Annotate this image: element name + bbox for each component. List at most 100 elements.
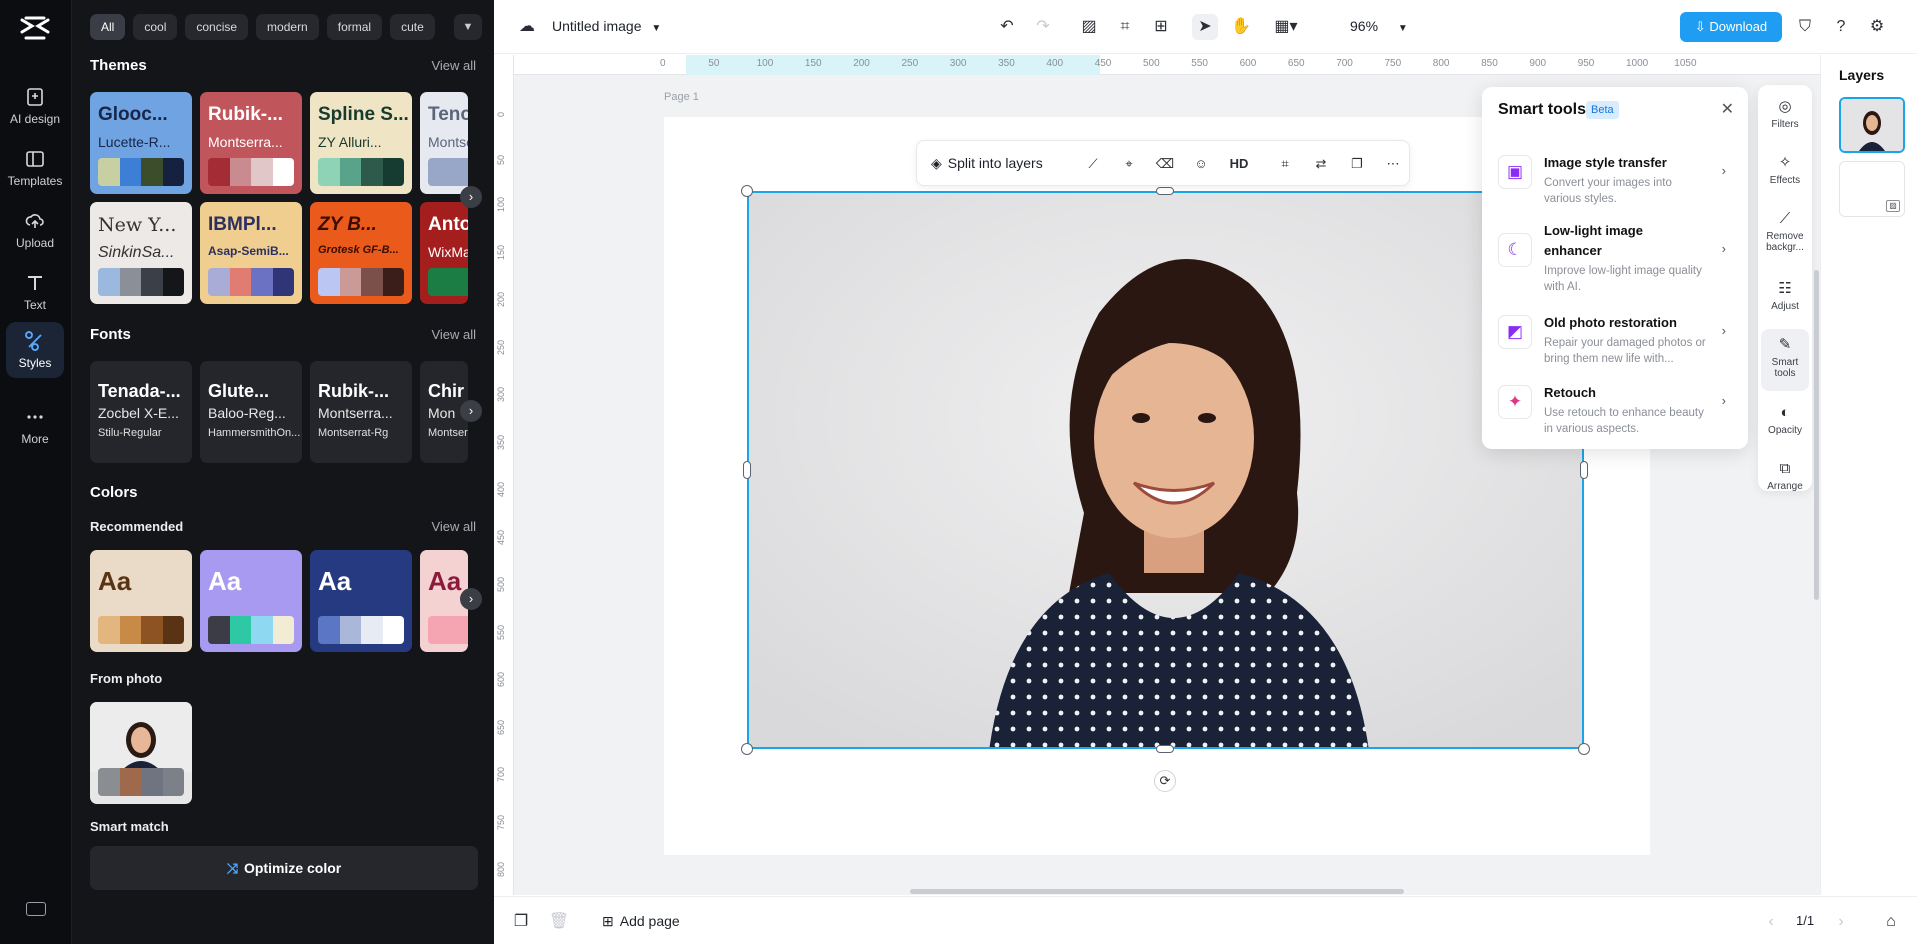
optimize-color-button[interactable]: ⤨ Optimize color	[90, 846, 478, 890]
side-tool-adjust[interactable]: ☷ Adjust	[1761, 273, 1809, 327]
chip-formal[interactable]: formal	[326, 14, 383, 40]
resize-handle-bottom[interactable]	[1156, 745, 1174, 753]
font-pair-f3: Montserra	[428, 427, 468, 439]
font-pair-card[interactable]: Glute... Baloo-Reg... HammersmithOn...	[200, 361, 302, 463]
side-tool-filters[interactable]: ◎ Filters	[1761, 91, 1809, 145]
add-element-icon[interactable]: ⊞	[1148, 14, 1174, 40]
resize-handle-bottom-right[interactable]	[1578, 743, 1590, 755]
close-icon[interactable]: ✕	[1721, 99, 1734, 119]
crop-icon[interactable]: ⌗	[1275, 154, 1295, 174]
redo-icon[interactable]: ↷	[1030, 14, 1056, 40]
layer-thumb-background[interactable]: ▨	[1839, 161, 1905, 217]
tool-low-light-enhancer[interactable]: ☾ Low-light image enhancer Improve low-l…	[1498, 221, 1734, 293]
next-page-icon[interactable]: ›	[1828, 909, 1854, 935]
theme-card[interactable]: Tenor Montse	[420, 92, 468, 194]
theme-card[interactable]: Rubik-... Montserra...	[200, 92, 302, 194]
theme-card[interactable]: IBMPl... Asap-SemiB...	[200, 202, 302, 304]
theme-card[interactable]: Antonio WixMad	[420, 202, 468, 304]
theme-card[interactable]: ZY B... Grotesk GF-B...	[310, 202, 412, 304]
color-palette-card[interactable]: Aa	[90, 550, 192, 652]
delete-page-icon[interactable]: 🗑	[546, 909, 572, 935]
rail-item-text[interactable]: Text	[6, 264, 64, 320]
rail-item-templates[interactable]: Templates	[6, 140, 64, 196]
colors-next-arrow-icon[interactable]: ›	[460, 588, 482, 610]
font-pair-f2: Baloo-Reg...	[208, 405, 286, 421]
colors-view-all-link[interactable]: View all	[431, 519, 476, 534]
replace-image-icon[interactable]: ⇄	[1311, 154, 1331, 174]
settings-gear-icon[interactable]: ⚙	[1864, 14, 1890, 40]
side-tool-remove-background[interactable]: ⟋ Remove backgr...	[1761, 203, 1809, 267]
ruler-tick-label: 700	[496, 766, 506, 782]
rail-item-more[interactable]: More	[6, 398, 64, 454]
templates-icon	[24, 148, 46, 170]
shield-check-icon[interactable]: ⛉	[1792, 14, 1818, 40]
cloud-sync-icon[interactable]: ☁	[514, 14, 540, 40]
font-pair-card[interactable]: Rubik-... Montserra... Montserrat-Rg	[310, 361, 412, 463]
font-pair-card[interactable]: Tenada-... Zocbel X-E... Stilu-Regular	[90, 361, 192, 463]
theme-card[interactable]: Spline S... ZY Alluri...	[310, 92, 412, 194]
select-pointer-icon[interactable]: ➤	[1192, 14, 1218, 40]
color-palette-card[interactable]: Aa	[200, 550, 302, 652]
themes-view-all-link[interactable]: View all	[431, 58, 476, 73]
chip-modern[interactable]: modern	[256, 14, 319, 40]
layout-grid-icon[interactable]: ▦▾	[1266, 14, 1306, 40]
resize-handle-left[interactable]	[743, 461, 751, 479]
resize-handle-top-left[interactable]	[741, 185, 753, 197]
keyboard-shortcuts-icon[interactable]	[26, 902, 46, 916]
download-button[interactable]: ⇩ Download	[1680, 12, 1782, 42]
help-icon[interactable]: ?	[1828, 14, 1854, 40]
zoom-level[interactable]: 96% ▼	[1350, 18, 1408, 34]
layer-thumb-photo[interactable]	[1839, 97, 1905, 153]
selected-photo[interactable]	[747, 191, 1584, 749]
chip-cute[interactable]: cute	[390, 14, 435, 40]
theme-card[interactable]: Glooc... Lucette-R...	[90, 92, 192, 194]
rail-item-upload[interactable]: Upload	[6, 202, 64, 258]
portrait-cutout-icon[interactable]: ☺	[1191, 154, 1211, 174]
prev-page-icon[interactable]: ‹	[1758, 909, 1784, 935]
document-title[interactable]: Untitled image ▼	[552, 18, 661, 34]
theme-card[interactable]: New Y... SinkinSa...	[90, 202, 192, 304]
rotate-handle-icon[interactable]: ⟳	[1154, 770, 1176, 792]
from-photo-card[interactable]	[90, 702, 192, 804]
crop-canvas-icon[interactable]: ⌗	[1112, 14, 1138, 40]
vertical-scrollbar[interactable]	[1814, 270, 1819, 600]
side-tool-arrange[interactable]: ⧉ Arrange	[1761, 453, 1809, 507]
tool-retouch[interactable]: ✦ Retouch Use retouch to enhance beauty …	[1498, 383, 1734, 439]
tool-name: Old photo restoration	[1544, 315, 1677, 330]
split-label: Split into layers	[947, 155, 1043, 171]
capcut-logo-icon[interactable]	[18, 14, 52, 42]
side-tool-effects[interactable]: ✧ Effects	[1761, 147, 1809, 201]
hand-pan-icon[interactable]: ✋	[1228, 14, 1254, 40]
page-grid-icon[interactable]: ⌂	[1878, 909, 1904, 935]
chip-all[interactable]: All	[90, 14, 126, 40]
horizontal-scrollbar[interactable]	[910, 889, 1404, 894]
fonts-next-arrow-icon[interactable]: ›	[460, 400, 482, 422]
resize-handle-right[interactable]	[1580, 461, 1588, 479]
hd-upscale-button[interactable]: HD	[1225, 154, 1253, 174]
side-tool-opacity[interactable]: ◐ Opacity	[1761, 397, 1809, 451]
magic-erase-icon[interactable]: ⟋	[1083, 154, 1103, 174]
color-palette-card[interactable]: Aa	[310, 550, 412, 652]
undo-icon[interactable]: ↶	[994, 14, 1020, 40]
eraser-icon[interactable]: ⌫	[1155, 154, 1175, 174]
tool-old-photo-restoration[interactable]: ◩ Old photo restoration Repair your dama…	[1498, 313, 1734, 369]
resize-handle-top[interactable]	[1156, 187, 1174, 195]
chip-concise[interactable]: concise	[185, 14, 249, 40]
split-into-layers-button[interactable]: ◈ Split into layers	[931, 155, 1043, 172]
focus-subject-icon[interactable]: ⌖	[1119, 154, 1139, 174]
duplicate-icon[interactable]: ❐	[1347, 154, 1367, 174]
more-options-icon[interactable]: ⋯	[1383, 154, 1403, 174]
chevron-down-icon[interactable]: ▼	[454, 14, 482, 40]
chip-cool[interactable]: cool	[133, 14, 178, 40]
arrange-icon: ⧉	[1779, 460, 1791, 477]
add-page-button[interactable]: ⊞ Add page	[602, 913, 680, 930]
rail-item-styles[interactable]: Styles	[6, 322, 64, 378]
resize-icon[interactable]: ▨	[1076, 14, 1102, 40]
tool-image-style-transfer[interactable]: ▣ Image style transfer Convert your imag…	[1498, 153, 1734, 209]
resize-handle-bottom-left[interactable]	[741, 743, 753, 755]
themes-next-arrow-icon[interactable]: ›	[460, 186, 482, 208]
rail-item-ai-design[interactable]: AI design	[6, 78, 64, 134]
fonts-view-all-link[interactable]: View all	[431, 327, 476, 342]
side-tool-smart-tools[interactable]: ✎ Smart tools	[1761, 329, 1809, 391]
page-settings-icon[interactable]: ❐	[508, 909, 534, 935]
